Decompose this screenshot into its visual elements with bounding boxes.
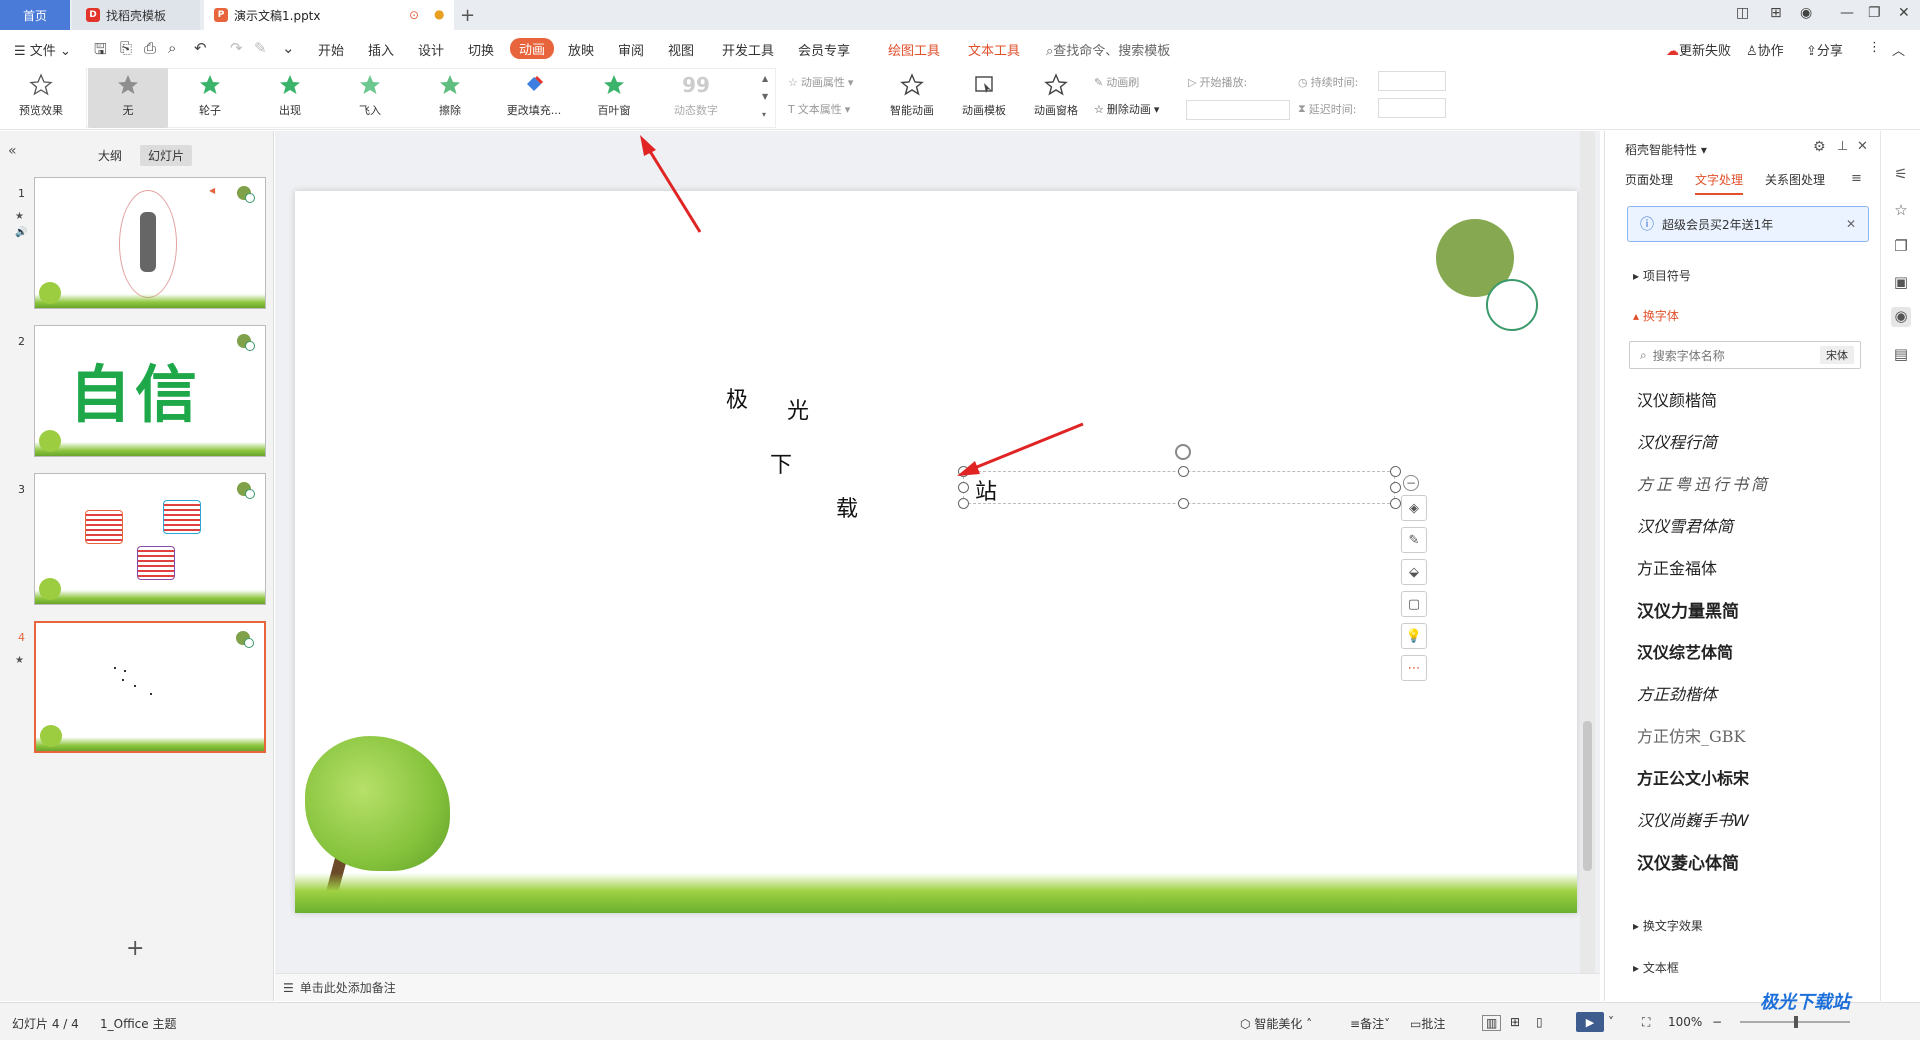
close-pane-icon[interactable]: ✕ xyxy=(1857,139,1868,154)
notes-placeholder: 单击此处添加备注 xyxy=(299,981,396,995)
section-bullets-label: 项目符号 xyxy=(1642,269,1691,283)
pane-title-label: 稻壳智能特性 xyxy=(1625,143,1698,157)
font-option[interactable]: 汉仪颜楷简 xyxy=(1637,387,1717,411)
font-option[interactable]: 汉仪尚巍手书W xyxy=(1637,807,1749,831)
font-option[interactable]: 方正金福体 xyxy=(1637,555,1717,579)
smart-beautify-label: 智能美化 xyxy=(1254,1017,1303,1031)
section-bullets[interactable]: ▸ 项目符号 xyxy=(1633,267,1691,284)
theme-name[interactable]: 1_Office 主题 xyxy=(100,1015,176,1032)
search-icon: ⌕ xyxy=(1640,347,1647,362)
current-font-badge: 宋体 xyxy=(1820,346,1854,364)
zoom-level[interactable]: 100% xyxy=(1668,1015,1702,1029)
notes-button-label: 备注 xyxy=(1360,1017,1385,1031)
font-option[interactable]: 汉仪雪君体简 xyxy=(1637,513,1733,537)
menu-icon[interactable]: ≡ xyxy=(1851,171,1862,186)
font-option[interactable]: 方正劲楷体 xyxy=(1637,681,1717,705)
font-search-input[interactable]: ⌕ 搜索字体名称 宋体 xyxy=(1629,341,1861,369)
settings-icon[interactable]: ⚙ xyxy=(1813,139,1826,155)
section-text-effect-label: 换文字效果 xyxy=(1642,919,1703,933)
font-option[interactable]: 汉仪力量黑简 xyxy=(1637,597,1739,622)
tab-text-processing[interactable]: 文字处理 xyxy=(1695,171,1744,195)
adjust-icon[interactable]: ⚟ xyxy=(1891,165,1911,185)
font-option[interactable]: 汉仪程行简 xyxy=(1637,429,1717,453)
font-option[interactable]: 汉仪综艺体简 xyxy=(1637,639,1733,663)
close-promo-icon[interactable]: ✕ xyxy=(1846,217,1856,231)
font-option[interactable]: 方正仿宋_GBK xyxy=(1637,723,1746,747)
pane-title[interactable]: 稻壳智能特性 ▾ xyxy=(1625,141,1707,158)
section-font-swap-label: 换字体 xyxy=(1642,309,1679,323)
tab-diagram-processing[interactable]: 关系图处理 xyxy=(1765,171,1825,195)
normal-view-icon[interactable]: ▥ xyxy=(1482,1015,1502,1031)
pane-tabs: 页面处理 文字处理 关系图处理 xyxy=(1625,171,1825,195)
font-option[interactable]: 方正公文小标宋 xyxy=(1637,765,1749,789)
zoom-slider-thumb[interactable] xyxy=(1794,1016,1798,1028)
notes-icon: ≡ xyxy=(1350,1017,1361,1031)
play-button[interactable]: ▶ xyxy=(1576,1012,1604,1032)
fit-window-icon[interactable]: ⛶ xyxy=(1642,1015,1650,1030)
notes-button[interactable]: ≡备注˅ xyxy=(1350,1015,1390,1032)
play-options-icon[interactable]: ˅ xyxy=(1608,1015,1614,1029)
reading-view-icon[interactable]: ▯ xyxy=(1536,1015,1543,1029)
smart-features-pane: 稻壳智能特性 ▾ ⚙ ⊥ ✕ 页面处理 文字处理 关系图处理 ≡ ⓘ 超级会员买… xyxy=(1604,131,1876,1001)
side-rail: ⚟ ☆ ❐ ▣ ◉ ▤ xyxy=(1880,131,1920,1001)
beautify-icon: ⬡ xyxy=(1240,1017,1251,1031)
book-icon[interactable]: ▤ xyxy=(1891,345,1911,365)
promo-text: 超级会员买2年送1年 xyxy=(1662,217,1774,232)
pin-icon[interactable]: ⊥ xyxy=(1837,139,1848,154)
section-textbox[interactable]: ▸ 文本框 xyxy=(1633,959,1679,976)
comment-icon: ▭ xyxy=(1410,1017,1422,1031)
smart-beautify-button[interactable]: ⬡ 智能美化 ˄ xyxy=(1240,1015,1312,1032)
font-option[interactable]: 汉仪菱心体简 xyxy=(1637,849,1739,874)
slide-count: 幻灯片 4 / 4 xyxy=(12,1017,79,1031)
sorter-view-icon[interactable]: ⊞ xyxy=(1510,1015,1520,1029)
section-text-effect[interactable]: ▸ 换文字效果 xyxy=(1633,917,1703,934)
notes-bar[interactable]: ☰ 单击此处添加备注 xyxy=(275,973,1600,1001)
slides-icon[interactable]: ❐ xyxy=(1891,237,1911,257)
comment-button-label: 批注 xyxy=(1421,1017,1446,1031)
smart-feature-icon[interactable]: ◉ xyxy=(1891,307,1911,327)
comment-button[interactable]: ▭批注 xyxy=(1410,1015,1445,1032)
section-textbox-label: 文本框 xyxy=(1642,961,1679,975)
status-bar: 幻灯片 4 / 4 1_Office 主题 ⬡ 智能美化 ˄ ≡备注˅ ▭批注 … xyxy=(0,1002,1920,1040)
watermark-text: 极光下载站 xyxy=(1760,992,1850,1013)
info-icon: ⓘ xyxy=(1640,217,1654,233)
star-icon[interactable]: ☆ xyxy=(1891,201,1911,221)
tab-page-processing[interactable]: 页面处理 xyxy=(1625,171,1673,195)
font-option[interactable]: 方正粤迅行书简 xyxy=(1637,471,1770,495)
font-search-placeholder: 搜索字体名称 xyxy=(1652,348,1725,363)
promo-banner[interactable]: ⓘ 超级会员买2年送1年 ✕ xyxy=(1627,206,1869,242)
section-font-swap[interactable]: ▴ 换字体 xyxy=(1633,307,1679,324)
notes-icon: ☰ xyxy=(283,980,294,995)
image-icon[interactable]: ▣ xyxy=(1891,273,1911,293)
zoom-out-icon[interactable]: − xyxy=(1712,1015,1722,1029)
